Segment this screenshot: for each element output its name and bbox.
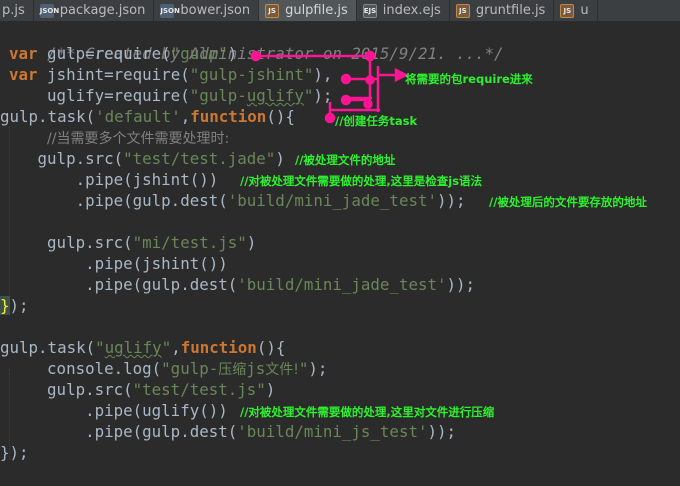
tab-package-json[interactable]: JSON package.json: [34, 0, 155, 21]
tab-label: u: [580, 3, 589, 18]
tab-index-ejs[interactable]: EJS index.ejs: [357, 0, 450, 21]
js-file-icon: JS: [560, 3, 575, 18]
js-file-icon: JS: [455, 3, 470, 18]
note-source-path: //被处理文件的地址: [295, 153, 396, 167]
json-file-icon: JSON: [160, 3, 180, 18]
code-editor[interactable]: /** Created by Administrator on 2015/9/2…: [0, 22, 680, 486]
annotation-dot: [363, 99, 373, 109]
tab-label: gruntfile.js: [475, 3, 546, 18]
note-jshint: //对被处理文件需要做的处理,这里是检查js语法: [240, 174, 483, 188]
note-uglify: //对被处理文件需要做的处理,这里对文件进行压缩: [240, 405, 495, 419]
annotation-dot: [250, 50, 262, 62]
annotation-dot: [365, 75, 375, 85]
tab-label: p.js: [2, 3, 25, 18]
js-file-icon: JS: [265, 3, 280, 18]
annotation-dot: [324, 112, 336, 124]
note-require: 将需要的包require进来: [405, 72, 533, 86]
note-create-task: //创建任务task: [335, 114, 418, 128]
tab-label: bower.json: [180, 3, 251, 18]
tab-bower-json[interactable]: JSON bower.json: [154, 0, 260, 21]
tab-label: gulpfile.js: [285, 3, 348, 18]
annotation-dot: [340, 73, 352, 85]
tab-label: index.ejs: [382, 3, 441, 18]
editor-tab-bar: p.js JSON package.json JSON bower.json J…: [0, 0, 680, 22]
note-dest-path: //被处理后的文件要存放的地址: [489, 195, 647, 209]
annotation-dot: [340, 94, 352, 106]
tab-overflow-u[interactable]: JS u: [554, 0, 598, 21]
tab-label: package.json: [59, 3, 146, 18]
annotation-dot: [364, 50, 376, 62]
tab-p-js[interactable]: p.js: [0, 0, 34, 21]
tab-gruntfile-js[interactable]: JS gruntfile.js: [450, 0, 555, 21]
ejs-file-icon: EJS: [362, 3, 377, 18]
json-file-icon: JSON: [39, 3, 59, 18]
tab-gulpfile-js[interactable]: JS gulpfile.js: [259, 0, 357, 21]
